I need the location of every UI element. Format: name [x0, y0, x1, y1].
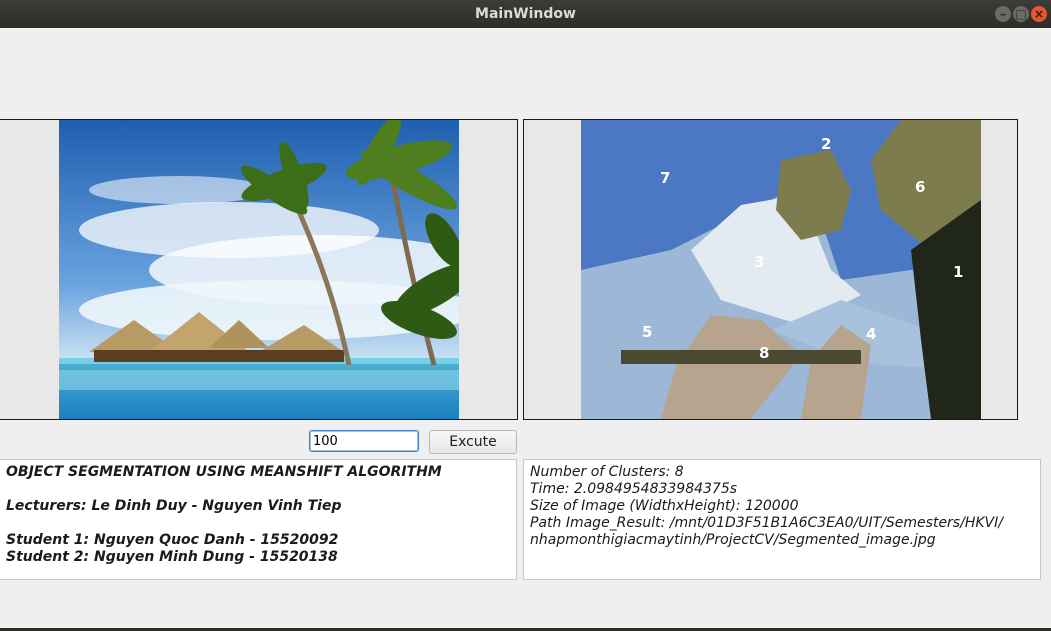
cluster-label: 3	[754, 253, 764, 271]
info-text-area[interactable]: OBJECT SEGMENTATION USING MEANSHIFT ALGO…	[0, 459, 517, 580]
cluster-label: 5	[642, 323, 652, 341]
clusters-text: Number of Clusters: 8	[530, 464, 684, 480]
window-title: MainWindow	[475, 6, 576, 22]
segmented-image: 1 2 3 4 5 6 7 8	[581, 120, 981, 419]
original-image	[59, 120, 459, 419]
path-text-line1: Path Image_Result: /mnt/01D3F51B1A6C3EA0…	[530, 515, 1003, 531]
size-text: Size of Image (WidthxHeight): 120000	[530, 498, 799, 514]
cluster-label: 7	[660, 169, 670, 187]
cluster-label: 2	[821, 135, 831, 153]
time-text: Time: 2.0984954833984375s	[530, 481, 738, 497]
segmented-image-view: 1 2 3 4 5 6 7 8	[523, 119, 1018, 420]
close-icon[interactable]: ×	[1031, 6, 1047, 22]
cluster-label: 4	[866, 325, 876, 343]
path-text-line2: nhapmonthigiacmaytinh/ProjectCV/Segmente…	[530, 532, 936, 548]
cluster-label: 8	[759, 344, 769, 362]
title-bar[interactable]: MainWindow – □ ×	[0, 0, 1051, 28]
excute-button[interactable]: Excute	[429, 430, 517, 454]
lecturers-text: Lecturers: Le Dinh Duy - Nguyen Vinh Tie…	[6, 498, 342, 514]
cluster-label: 6	[915, 178, 925, 196]
cluster-label: 1	[953, 263, 963, 281]
student2-text: Student 2: Nguyen Minh Dung - 15520138	[6, 549, 338, 565]
project-title: OBJECT SEGMENTATION USING MEANSHIFT ALGO…	[6, 464, 442, 480]
iterations-input[interactable]	[309, 430, 419, 452]
original-image-view	[0, 119, 518, 420]
student1-text: Student 1: Nguyen Quoc Danh - 15520092	[6, 532, 339, 548]
maximize-icon[interactable]: □	[1013, 6, 1029, 22]
minimize-icon[interactable]: –	[995, 6, 1011, 22]
result-text-area[interactable]: Number of Clusters: 8 Time: 2.0984954833…	[523, 459, 1041, 580]
